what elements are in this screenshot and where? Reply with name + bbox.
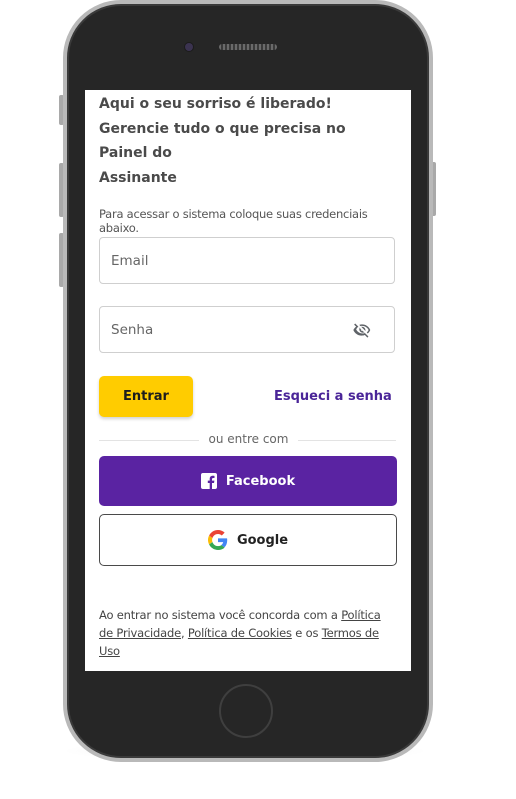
terms-separator: , <box>180 626 188 640</box>
login-button[interactable]: Entrar <box>99 376 193 417</box>
email-input[interactable] <box>111 238 341 283</box>
divider-line-left <box>99 440 199 441</box>
facebook-icon <box>200 473 217 489</box>
email-field[interactable] <box>99 237 395 284</box>
google-label: Google <box>236 532 289 548</box>
headline: Aqui o seu sorriso é liberado! Gerencie … <box>99 92 389 190</box>
terms-notice: Ao entrar no sistema você concorda com a… <box>99 606 397 660</box>
earpiece-speaker <box>219 44 277 50</box>
login-screen: Aqui o seu sorriso é liberado! Gerencie … <box>85 90 411 671</box>
home-button <box>219 684 273 738</box>
credentials-hint: Para acessar o sistema coloque suas cred… <box>99 207 368 235</box>
google-login-button[interactable]: Google <box>99 514 397 566</box>
eye-off-icon[interactable] <box>352 321 372 339</box>
terms-prefix: Ao entrar no sistema você concorda com a <box>99 608 342 622</box>
password-field[interactable] <box>99 306 395 353</box>
front-camera <box>185 43 193 51</box>
divider-text: ou entre com <box>208 432 289 446</box>
google-icon <box>207 530 228 550</box>
facebook-login-button[interactable]: Facebook <box>99 456 397 506</box>
headline-line-1: Aqui o seu sorriso é liberado! <box>99 96 332 112</box>
divider-line-right <box>298 440 396 441</box>
cookie-policy-link[interactable]: Política de Cookies <box>188 626 292 640</box>
headline-line-3: Assinante <box>99 169 177 186</box>
forgot-password-link[interactable]: Esqueci a senha <box>274 389 392 404</box>
facebook-label: Facebook <box>225 473 296 489</box>
terms-conjunction: e os <box>291 626 322 640</box>
password-input[interactable] <box>111 307 341 352</box>
headline-line-2: Gerencie tudo o que precisa no Painel do <box>99 120 346 162</box>
